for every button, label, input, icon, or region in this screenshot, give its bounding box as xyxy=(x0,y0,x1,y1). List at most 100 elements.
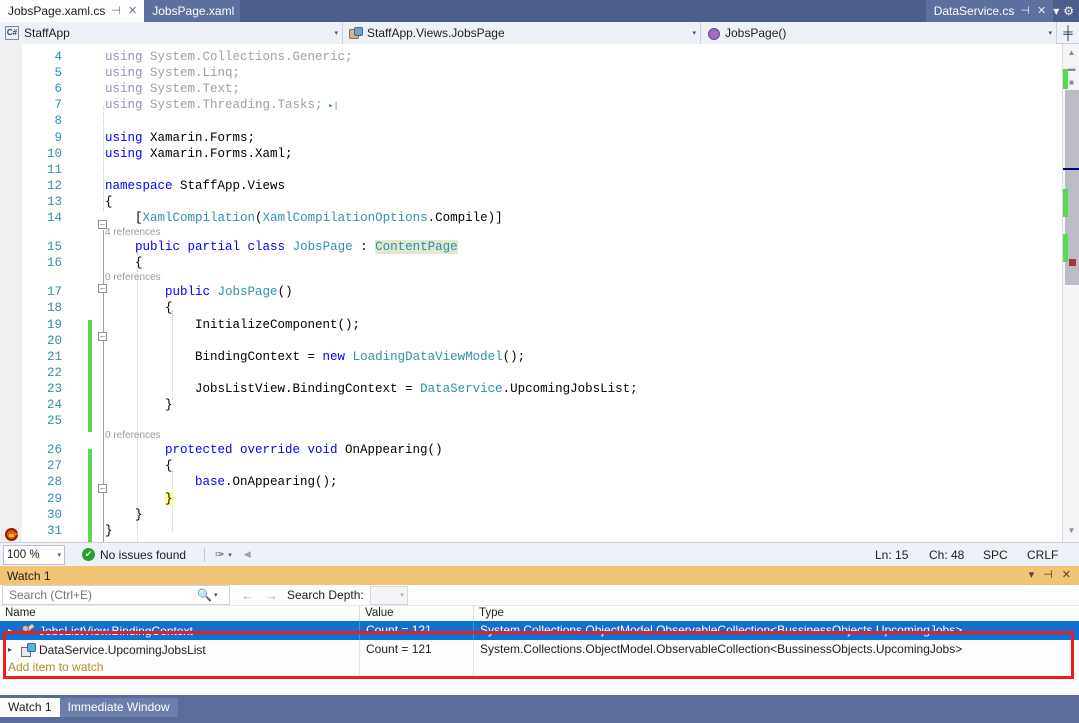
line-number-status: Ln: 15 xyxy=(875,547,909,562)
code-token: JobsPage xyxy=(217,285,278,300)
line-content: using Xamarin.Forms; xyxy=(105,130,255,146)
line-number: 12 xyxy=(46,178,62,193)
code-text[interactable]: 4 using System.Collections.Generic; 5 using… xyxy=(0,44,1079,542)
code-line[interactable]: 30 } xyxy=(0,507,1079,523)
code-token: .OnAppearing(); xyxy=(225,475,338,490)
scroll-up-button[interactable]: ▲ xyxy=(1063,44,1079,61)
codelens-annotation[interactable]: 4 references xyxy=(105,226,161,239)
table-row[interactable]: ▸ JobsListView.BindingContext Count = 121 S… xyxy=(0,621,1079,640)
expander-icon[interactable]: ▸ xyxy=(8,645,17,654)
code-line[interactable]: 4 using System.Collections.Generic; xyxy=(0,49,1079,65)
codelens-annotation[interactable]: 0 references xyxy=(105,429,161,442)
code-line[interactable]: 20 xyxy=(0,333,1079,349)
code-line[interactable]: 7 using System.Threading.Tasks; ▸| xyxy=(0,97,1079,113)
watch-name-cell[interactable]: ▸ DataService.UpcomingJobsList xyxy=(0,640,360,659)
code-line[interactable]: 11 xyxy=(0,162,1079,178)
scroll-down-button[interactable]: ▼ xyxy=(1063,522,1079,539)
code-line[interactable]: 17 public JobsPage() xyxy=(0,284,1079,300)
code-line[interactable]: 5 using System.Linq; xyxy=(0,65,1079,81)
watch-value-cell[interactable]: Count = 121 xyxy=(360,640,474,659)
column-header-value[interactable]: Value xyxy=(360,606,474,621)
split-view-button[interactable]: ╪ xyxy=(1057,22,1079,43)
type-selector[interactable]: StaffApp.Views.JobsPage ▾ xyxy=(343,22,701,44)
gear-icon[interactable]: ⚙ xyxy=(1063,5,1074,17)
watch-column-headers: Name Value Type xyxy=(0,606,1079,621)
code-line[interactable]: 21 BindingContext = new LoadingDataViewM… xyxy=(0,349,1079,365)
line-content: using System.Linq; xyxy=(105,65,240,81)
line-content: { xyxy=(105,458,173,474)
code-line[interactable]: 13 { xyxy=(0,194,1079,210)
code-token: System.Collections.Generic; xyxy=(142,50,353,64)
column-header-name[interactable]: Name xyxy=(0,606,360,621)
code-line[interactable]: 15 public partial class JobsPage : Conte… xyxy=(0,239,1079,255)
indentation-status[interactable]: SPC xyxy=(983,548,1027,562)
tab-label: JobsPage.xaml xyxy=(152,4,235,18)
code-cleanup-button[interactable]: ✑ ▾ xyxy=(215,548,232,561)
chevron-down-icon[interactable]: ▾ xyxy=(1029,570,1035,581)
watch-value-cell[interactable]: Count = 121 xyxy=(360,621,474,640)
watch-add-item-row[interactable]: Add item to watch xyxy=(0,659,1079,676)
member-selector[interactable]: JobsPage() ▾ xyxy=(701,22,1057,44)
editor-vertical-scrollbar[interactable]: ▲ ▬ ■ ▼ xyxy=(1062,44,1079,542)
tab-immediate-window[interactable]: Immediate Window xyxy=(59,698,178,717)
search-icon[interactable]: 🔍 xyxy=(197,588,212,602)
watch-search-box[interactable]: 🔍 ▾ xyxy=(2,585,230,605)
column-number-status: Ch: 48 xyxy=(929,547,965,562)
watch-expression: DataService.UpcomingJobsList xyxy=(39,642,206,657)
table-row[interactable]: ▸ DataService.UpcomingJobsList Count = 121… xyxy=(0,640,1079,659)
pin-icon[interactable]: ⊣ xyxy=(110,5,122,17)
watch-rows: ▸ JobsListView.BindingContext Count = 121 S… xyxy=(0,621,1079,659)
close-icon[interactable]: ✕ xyxy=(1036,5,1047,17)
line-content: using Xamarin.Forms.Xaml; xyxy=(105,146,293,162)
editor-tab-bar: JobsPage.xaml.cs ⊣ ✕ JobsPage.xaml DataS… xyxy=(0,0,1079,22)
code-line[interactable]: 12 namespace StaffApp.Views xyxy=(0,178,1079,194)
code-line[interactable]: 29 } xyxy=(0,491,1079,507)
column-header-type[interactable]: Type xyxy=(474,606,1079,621)
code-line[interactable]: 28 base.OnAppearing(); xyxy=(0,474,1079,490)
code-line[interactable]: 24 } xyxy=(0,397,1079,413)
issues-status[interactable]: ✔ No issues found xyxy=(82,548,186,562)
code-line[interactable]: 31} xyxy=(0,523,1079,539)
tab-dataservice-cs[interactable]: DataService.cs ⊣ ✕ xyxy=(925,0,1054,22)
tab-jobspage-xaml[interactable]: JobsPage.xaml xyxy=(144,0,241,22)
search-depth-input[interactable]: ▾ xyxy=(369,585,408,605)
code-line[interactable]: 19 InitializeComponent(); xyxy=(0,317,1079,333)
chevron-down-icon[interactable]: ▾ xyxy=(212,591,218,599)
search-next-button[interactable]: → xyxy=(265,588,278,603)
code-line[interactable]: 18 { xyxy=(0,300,1079,316)
code-token: XamlCompilationOptions xyxy=(262,211,428,225)
code-line[interactable]: 6 using System.Text; xyxy=(0,81,1079,97)
close-icon[interactable]: ✕ xyxy=(1062,570,1071,581)
codelens-annotation[interactable]: 0 references xyxy=(105,271,161,284)
search-input[interactable] xyxy=(7,587,197,603)
watch-name-cell[interactable]: ▸ JobsListView.BindingContext xyxy=(0,621,360,640)
add-item-placeholder: Add item to watch xyxy=(0,659,360,676)
code-token: public partial class xyxy=(135,240,286,255)
expander-icon[interactable]: ▸ xyxy=(8,626,17,635)
pin-icon[interactable]: ⊣ xyxy=(1043,570,1053,581)
line-content: { xyxy=(105,255,143,271)
tab-watch-1[interactable]: Watch 1 xyxy=(0,698,60,717)
code-line[interactable]: 9 using Xamarin.Forms; xyxy=(0,130,1079,146)
code-line[interactable]: 25 xyxy=(0,413,1079,429)
code-line[interactable]: 8 xyxy=(0,113,1079,129)
code-line[interactable]: 10 using Xamarin.Forms.Xaml; xyxy=(0,146,1079,162)
code-token: BindingContext = xyxy=(105,349,323,364)
code-line[interactable]: 22 xyxy=(0,365,1079,381)
search-prev-button[interactable]: ← xyxy=(241,588,254,603)
tab-jobspage-xaml-cs[interactable]: JobsPage.xaml.cs ⊣ ✕ xyxy=(0,0,145,22)
project-selector[interactable]: C# StaffApp ▾ xyxy=(0,22,343,44)
chevron-down-icon: ▾ xyxy=(692,30,696,37)
close-icon[interactable]: ✕ xyxy=(127,5,138,17)
pin-icon[interactable]: ⊣ xyxy=(1019,5,1031,17)
code-line[interactable]: 27 { xyxy=(0,458,1079,474)
chevron-down-icon[interactable]: ▾ xyxy=(1053,5,1059,17)
code-editor[interactable]: – – – – 4 using System.Collections.Generi… xyxy=(0,44,1079,542)
zoom-level-selector[interactable]: 100 % ▾ xyxy=(3,544,65,565)
code-line[interactable]: 23 JobsListView.BindingContext = DataSer… xyxy=(0,381,1079,397)
line-ending-status[interactable]: CRLF xyxy=(1027,548,1067,562)
code-line[interactable]: 26 protected override void OnAppearing() xyxy=(0,442,1079,458)
code-line[interactable]: 16 { xyxy=(0,255,1079,271)
code-line[interactable]: 14 [XamlCompilation(XamlCompilationOptio… xyxy=(0,210,1079,226)
